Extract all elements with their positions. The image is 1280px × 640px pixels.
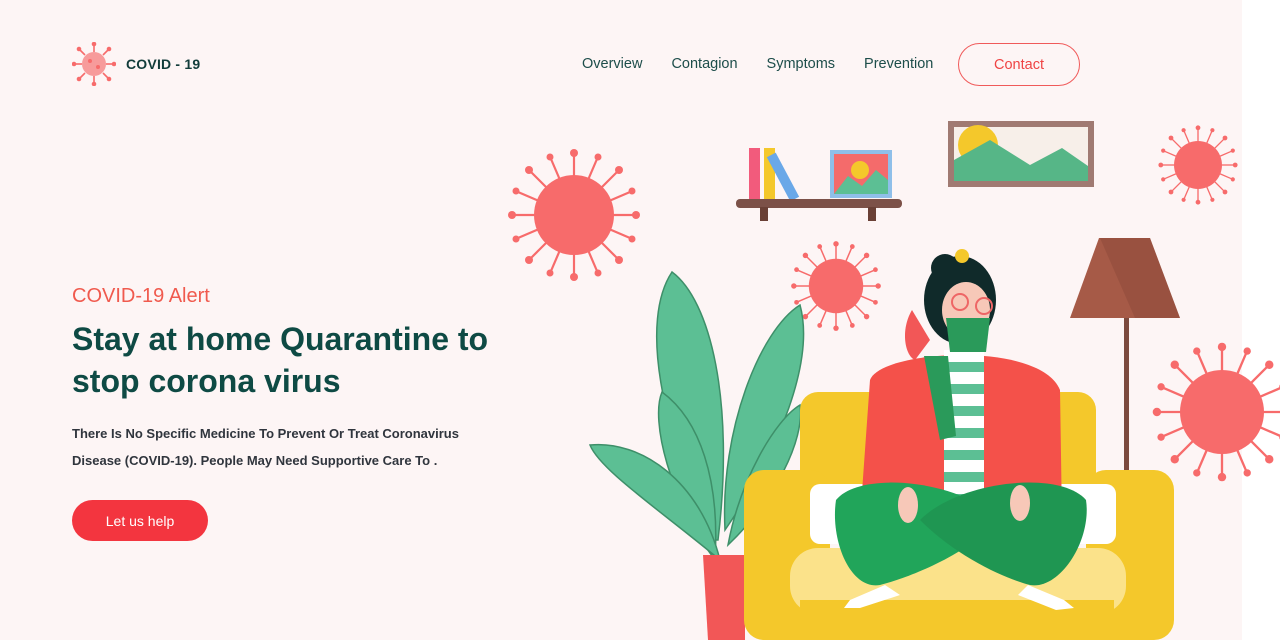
bookshelf-icon xyxy=(736,148,902,221)
let-us-help-button[interactable]: Let us help xyxy=(72,500,208,541)
hero-description: There Is No Specific Medicine To Prevent… xyxy=(72,426,459,468)
virus-small-icon xyxy=(1157,124,1239,206)
hero-title: Stay at home Quarantine to stop corona v… xyxy=(72,321,489,399)
virus-icon xyxy=(72,42,116,86)
virus-large-icon xyxy=(506,147,642,283)
brand-logo[interactable]: COVID - 19 xyxy=(72,42,200,86)
virus-medium-icon xyxy=(790,240,882,332)
virus-edge-icon xyxy=(1151,341,1280,483)
nav-contagion[interactable]: Contagion xyxy=(671,56,737,72)
hero-eyebrow: COVID-19 Alert xyxy=(72,285,210,307)
wall-picture-icon xyxy=(948,121,1094,187)
contact-button[interactable]: Contact xyxy=(958,43,1080,86)
landing-page: COVID - 19 Overview Contagion Symptoms P… xyxy=(0,0,1280,640)
main-nav: Overview Contagion Symptoms Prevention xyxy=(582,56,962,72)
nav-prevention[interactable]: Prevention xyxy=(864,56,933,72)
brand-name: COVID - 19 xyxy=(126,56,201,72)
nav-overview[interactable]: Overview xyxy=(582,56,642,72)
nav-symptoms[interactable]: Symptoms xyxy=(767,56,836,72)
